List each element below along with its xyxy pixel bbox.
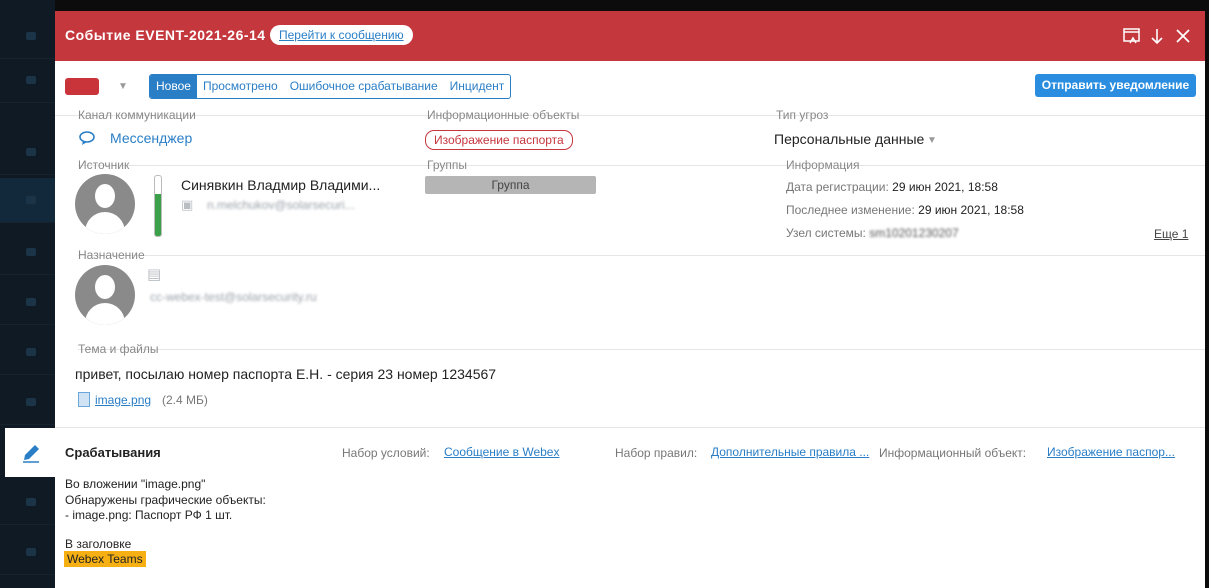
group-tag[interactable]: Группа — [425, 176, 596, 194]
groups-label: Группы — [427, 158, 467, 172]
avatar — [75, 265, 135, 325]
attachment-link[interactable]: image.png — [95, 393, 151, 407]
mod-date-value: 29 июн 2021, 18:58 — [918, 203, 1024, 217]
mod-date-label: Последнее изменение: — [786, 203, 915, 217]
triggers-title: Срабатывания — [65, 445, 161, 460]
background-row — [0, 530, 55, 575]
image-file-icon — [78, 392, 90, 407]
subject-label: Тема и файлы — [78, 342, 159, 356]
tab-incident[interactable]: Инцидент — [444, 75, 511, 98]
attachment-size: (2.4 МБ) — [162, 393, 208, 407]
status-tabs: Новое Просмотрено Ошибочное срабатывание… — [149, 74, 512, 99]
more-link[interactable]: Еще 1 — [1154, 227, 1188, 241]
conditions-label: Набор условий: — [342, 446, 430, 460]
subject-text: привет, посылаю номер паспорта Е.Н. - се… — [75, 366, 497, 382]
divider — [55, 427, 1205, 428]
info-label: Информация — [786, 158, 860, 172]
background-row — [0, 380, 55, 425]
trigger-line: В заголовке — [65, 537, 132, 551]
mod-date-row: Последнее изменение: 29 июн 2021, 18:58 — [786, 203, 1024, 217]
source-label: Источник — [78, 158, 130, 172]
divider — [78, 165, 1205, 166]
node-row: Узел системы: sm10201230207 — [786, 226, 959, 240]
messenger-icon: ▤ — [147, 266, 162, 283]
modal-header: Событие EVENT-2021-26-14 Перейти к сообщ… — [55, 11, 1205, 61]
event-modal: Событие EVENT-2021-26-14 Перейти к сообщ… — [55, 11, 1205, 588]
background-row — [0, 330, 55, 375]
rules-label: Набор правил: — [615, 446, 698, 460]
destination-label: Назначение — [78, 248, 145, 262]
reg-date-label: Дата регистрации: — [786, 180, 889, 194]
background-row — [0, 230, 55, 275]
divider — [78, 255, 1205, 256]
background-row — [0, 480, 55, 525]
threat-label: Тип угроз — [776, 108, 829, 122]
tab-new[interactable]: Новое — [150, 75, 197, 98]
info-object-label: Информационный объект: — [879, 446, 1027, 460]
trigger-line: Обнаружены графические объекты: — [65, 493, 266, 507]
node-label: Узел системы: — [786, 226, 866, 240]
chevron-down-icon[interactable]: ▼ — [118, 81, 128, 92]
background-row — [0, 130, 55, 175]
divider — [55, 115, 1205, 116]
send-notification-button[interactable]: Отправить уведомление — [1035, 74, 1196, 97]
tab-false-positive[interactable]: Ошибочное срабатывание — [284, 75, 444, 98]
conditions-link[interactable]: Сообщение в Webex — [444, 445, 562, 459]
messenger-icon: ▣ — [181, 197, 194, 212]
divider — [78, 349, 1205, 350]
trigger-line: - image.png: Паспорт РФ 1 шт. — [65, 508, 233, 522]
trigger-line: Во вложении "image.png" — [65, 477, 206, 491]
reg-date-row: Дата регистрации: 29 июн 2021, 18:58 — [786, 180, 998, 194]
chevron-down-icon[interactable]: ▼ — [927, 135, 937, 146]
node-value: sm10201230207 — [869, 226, 959, 240]
destination-email: cc-webex-test@solarsecurity.ru — [150, 290, 317, 304]
background-row — [0, 280, 55, 325]
reg-date-value: 29 июн 2021, 18:58 — [892, 180, 998, 194]
background-row — [0, 58, 55, 103]
risk-level-bar — [154, 175, 162, 237]
channel-value[interactable]: Мессенджер — [110, 130, 192, 146]
close-icon[interactable] — [1173, 26, 1193, 46]
risk-level-fill — [155, 194, 161, 236]
pencil-icon[interactable] — [20, 442, 42, 464]
edit-tab[interactable] — [5, 428, 55, 477]
background-sidebar — [0, 0, 55, 588]
goto-message-link[interactable]: Перейти к сообщению — [270, 25, 413, 45]
open-window-icon[interactable] — [1122, 26, 1142, 46]
info-object-link[interactable]: Изображение паспор... — [1047, 445, 1181, 459]
background-row — [0, 14, 55, 59]
avatar — [75, 174, 135, 234]
info-objects-label: Информационные объекты — [427, 108, 580, 122]
rules-link[interactable]: Дополнительные правила ... — [711, 445, 871, 459]
page-title: Событие EVENT-2021-26-14 — [65, 27, 266, 43]
highlighted-match: Webex Teams — [64, 551, 146, 567]
channel-label: Канал коммуникации — [78, 108, 196, 122]
arrow-down-icon[interactable] — [1147, 26, 1167, 46]
threat-value[interactable]: Персональные данные — [774, 131, 924, 147]
info-object-tag[interactable]: Изображение паспорта — [425, 130, 573, 150]
chat-icon — [79, 130, 97, 150]
background-row — [0, 178, 55, 223]
tab-viewed[interactable]: Просмотрено — [197, 75, 284, 98]
source-email: n.melchukov@solarsecuri... — [207, 198, 355, 212]
status-indicator[interactable] — [65, 78, 99, 95]
source-name[interactable]: Синявкин Владмир Владими... — [181, 177, 380, 193]
